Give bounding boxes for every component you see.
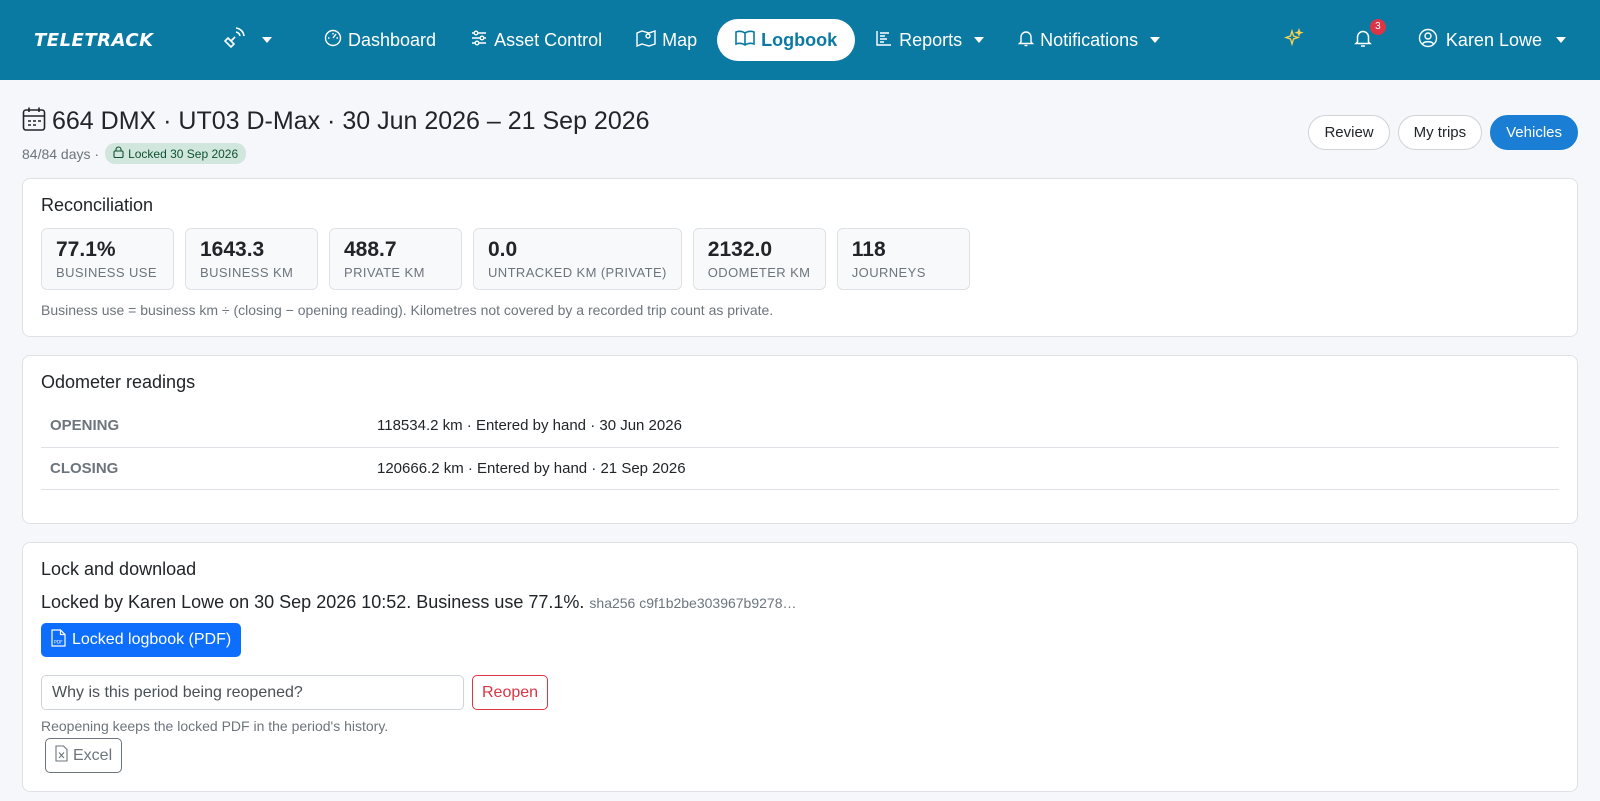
table-row: CLOSING 120666.2 km · Entered by hand · …	[41, 447, 1559, 490]
stat-private-km: 488.7 Private km	[329, 228, 462, 290]
reopen-note: Reopening keeps the locked PDF in the pe…	[41, 718, 389, 734]
page-header: 664 DMX · UT03 D-Max · 30 Jun 2026 – 21 …	[0, 80, 1600, 164]
stat-value: 2132.0	[707, 238, 773, 261]
locked-status-text: Locked by Karen Lowe on 30 Sep 2026 10:5…	[41, 592, 585, 612]
reopen-reason-input[interactable]	[41, 675, 464, 710]
svg-text:PDF: PDF	[54, 639, 63, 645]
alerts-button[interactable]: 3	[1354, 18, 1386, 53]
user-menu[interactable]: Karen Lowe	[1418, 28, 1566, 53]
main-nav: Dashboard Asset Control Map Logbook Repo…	[310, 19, 1174, 62]
reopen-row: Reopen	[41, 675, 1559, 710]
reopen-button[interactable]: Reopen	[472, 675, 549, 710]
nav-asset-control[interactable]: Asset Control	[456, 19, 616, 62]
lock-icon	[113, 146, 124, 161]
stat-untracked-km: 0.0 Untracked km (private)	[473, 228, 682, 290]
sparkles-icon	[1283, 27, 1304, 53]
odometer-table: OPENING 118534.2 km · Entered by hand · …	[41, 405, 1559, 490]
page-title: 664 DMX · UT03 D-Max · 30 Jun 2026 – 21 …	[52, 107, 650, 135]
chevron-down-icon	[974, 37, 985, 43]
excel-button-label: Excel	[73, 746, 113, 764]
stat-business-use: 77.1% Business use	[41, 228, 174, 290]
bell-icon	[1017, 29, 1035, 52]
days-count: 84/84 days ·	[22, 145, 100, 162]
locked-badge: Locked 30 Sep 2026	[105, 143, 247, 164]
title-block: 664 DMX · UT03 D-Max · 30 Jun 2026 – 21 …	[22, 106, 650, 164]
stat-label: Untracked km (private)	[488, 265, 667, 280]
stat-value: 77.1%	[56, 238, 116, 261]
nav-map[interactable]: Map	[622, 19, 711, 62]
excel-button[interactable]: Excel	[45, 738, 123, 773]
chevron-down-icon	[1150, 37, 1161, 43]
business-use-note: Business use = business km ÷ (closing − …	[41, 302, 774, 318]
brand-logo[interactable]: TELETRACK	[34, 30, 164, 51]
sparkles-button[interactable]	[1283, 27, 1304, 53]
map-icon	[636, 29, 656, 52]
stat-journeys: 118 Journeys	[836, 228, 970, 290]
odometer-heading: Odometer readings	[41, 372, 196, 392]
nav-right: 3 Karen Lowe	[1283, 18, 1580, 53]
stat-odometer-km: 2132.0 Odometer km	[692, 228, 826, 290]
nav-dashboard-label: Dashboard	[348, 29, 437, 50]
reconciliation-heading: Reconciliation	[41, 195, 154, 215]
my-trips-button[interactable]: My trips	[1397, 115, 1483, 150]
stat-label: Odometer km	[707, 265, 811, 280]
stat-business-km: 1643.3 Business km	[185, 228, 318, 290]
nav-map-label: Map	[662, 29, 698, 50]
closing-value: 120666.2 km · Entered by hand · 21 Sep 2…	[368, 447, 1559, 490]
reconciliation-card: Reconciliation 77.1% Business use 1643.3…	[22, 178, 1578, 337]
odometer-card: Odometer readings OPENING 118534.2 km · …	[22, 355, 1578, 524]
stats-row: 77.1% Business use 1643.3 Business km 48…	[41, 228, 1559, 290]
book-icon	[735, 29, 755, 52]
stat-value: 488.7	[344, 238, 397, 261]
sha256-hash: sha256 c9f1b2be303967b9278…	[589, 595, 797, 611]
locked-status: Locked by Karen Lowe on 30 Sep 2026 10:5…	[41, 592, 1559, 613]
chevron-down-icon	[262, 37, 272, 43]
pdf-button-label: Locked logbook (PDF)	[72, 631, 232, 648]
locked-badge-label: Locked 30 Sep 2026	[128, 146, 239, 161]
stat-value: 1643.3	[200, 238, 265, 261]
closing-label: CLOSING	[41, 447, 368, 490]
satellite-icon	[222, 26, 246, 55]
nav-logbook-label: Logbook	[761, 29, 838, 50]
stat-value: 0.0	[488, 238, 518, 261]
chevron-down-icon	[1556, 37, 1566, 43]
stat-value: 118	[851, 238, 886, 261]
stat-label: Journeys	[851, 265, 926, 280]
subtitle: 84/84 days · Locked 30 Sep 2026	[22, 143, 650, 164]
stat-label: Business use	[56, 265, 157, 280]
vehicles-button[interactable]: Vehicles	[1490, 115, 1578, 150]
speedometer-icon	[324, 29, 342, 52]
lock-download-card: Lock and download Locked by Karen Lowe o…	[22, 542, 1578, 792]
lock-heading: Lock and download	[41, 559, 197, 579]
bar-chart-icon	[875, 29, 893, 52]
sliders-icon	[470, 29, 488, 52]
title-row: 664 DMX · UT03 D-Max · 30 Jun 2026 – 21 …	[22, 106, 650, 137]
nav-reports[interactable]: Reports	[861, 19, 998, 62]
pdf-file-icon: PDF	[51, 628, 66, 652]
calendar-icon	[22, 106, 46, 137]
nav-notifications[interactable]: Notifications	[1004, 19, 1174, 62]
bell-icon	[1354, 28, 1372, 53]
user-name: Karen Lowe	[1445, 29, 1542, 50]
nav-dashboard[interactable]: Dashboard	[310, 19, 450, 62]
notification-count-badge: 3	[1369, 18, 1386, 35]
tracking-dropdown[interactable]	[222, 26, 272, 55]
opening-label: OPENING	[41, 405, 368, 448]
user-circle-icon	[1418, 28, 1438, 53]
stat-label: Business km	[200, 265, 294, 280]
excel-file-icon	[55, 744, 68, 767]
opening-value: 118534.2 km · Entered by hand · 30 Jun 2…	[368, 405, 1559, 448]
nav-reports-label: Reports	[899, 29, 963, 50]
stat-label: Private km	[344, 265, 425, 280]
locked-pdf-button[interactable]: PDF Locked logbook (PDF)	[41, 623, 242, 657]
top-navbar: TELETRACK Dashboard Asset Control Map Lo…	[0, 0, 1600, 80]
nav-notifications-label: Notifications	[1040, 29, 1139, 50]
review-button[interactable]: Review	[1308, 115, 1390, 150]
nav-logbook[interactable]: Logbook	[717, 19, 856, 61]
header-buttons: Review My trips Vehicles	[1308, 115, 1578, 150]
nav-asset-control-label: Asset Control	[494, 29, 603, 50]
table-row: OPENING 118534.2 km · Entered by hand · …	[41, 405, 1559, 448]
